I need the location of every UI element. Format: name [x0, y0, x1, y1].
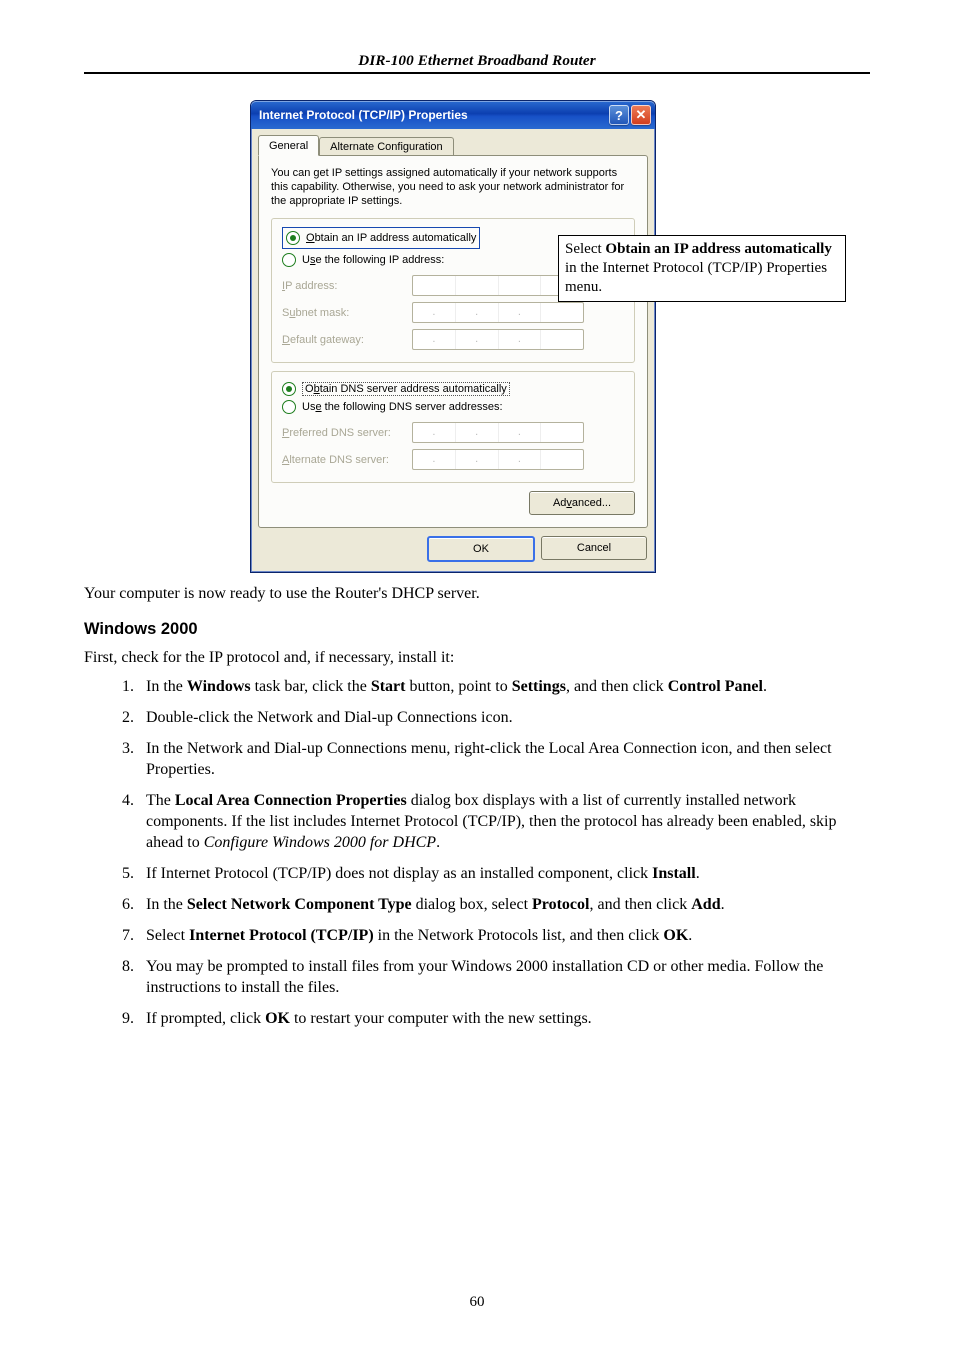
subnet-mask-input: ...	[412, 302, 584, 323]
radio-label: Obtain an IP address automatically	[306, 232, 476, 244]
alternate-dns-label: Alternate DNS server:	[282, 454, 412, 466]
step-2: Double-click the Network and Dial-up Con…	[138, 707, 870, 728]
obtain-ip-highlight: Obtain an IP address automatically	[282, 227, 480, 249]
dialog-title: Internet Protocol (TCP/IP) Properties	[259, 108, 607, 122]
help-icon: ?	[615, 108, 623, 123]
figure-container: Internet Protocol (TCP/IP) Properties ? …	[250, 100, 870, 573]
tab-alternate-configuration[interactable]: Alternate Configuration	[319, 137, 454, 156]
radio-obtain-dns[interactable]: Obtain DNS server address automatically	[282, 380, 624, 398]
tab-general[interactable]: General	[258, 135, 319, 156]
close-icon: ✕	[636, 107, 647, 123]
subnet-mask-row: Subnet mask: ...	[282, 302, 624, 323]
preferred-dns-label: Preferred DNS server:	[282, 427, 412, 439]
radio-label: Obtain DNS server address automatically	[302, 382, 510, 396]
cancel-button[interactable]: Cancel	[541, 536, 647, 560]
step-3: In the Network and Dial-up Connections m…	[138, 738, 870, 780]
properties-dialog: Internet Protocol (TCP/IP) Properties ? …	[250, 100, 656, 573]
radio-label: Use the following DNS server addresses:	[302, 401, 503, 413]
dialog-titlebar: Internet Protocol (TCP/IP) Properties ? …	[251, 101, 655, 129]
document-header: DIR-100 Ethernet Broadband Router	[84, 52, 870, 74]
alternate-dns-input: ...	[412, 449, 584, 470]
radio-selected-icon	[282, 382, 296, 396]
dialog-button-bar: OK Cancel	[251, 528, 655, 572]
step-1: In the Windows task bar, click the Start…	[138, 676, 870, 697]
ok-button[interactable]: OK	[427, 536, 535, 562]
ready-paragraph: Your computer is now ready to use the Ro…	[84, 583, 870, 604]
radio-use-dns[interactable]: Use the following DNS server addresses:	[282, 398, 624, 416]
callout-text: Select Obtain an IP address automaticall…	[565, 241, 832, 295]
windows-2000-heading: Windows 2000	[84, 620, 870, 639]
radio-obtain-ip[interactable]: Obtain an IP address automatically	[286, 229, 476, 247]
step-4: The Local Area Connection Properties dia…	[138, 790, 870, 853]
ip-address-label: IP address:	[282, 280, 412, 292]
steps-list: In the Windows task bar, click the Start…	[84, 676, 870, 1029]
default-gateway-label: Default gateway:	[282, 334, 412, 346]
default-gateway-input: ...	[412, 329, 584, 350]
page-number: 60	[0, 1294, 954, 1311]
first-check-paragraph: First, check for the IP protocol and, if…	[84, 647, 870, 668]
radio-label: Use the following IP address:	[302, 254, 444, 266]
close-button[interactable]: ✕	[631, 105, 651, 125]
step-6: In the Select Network Component Type dia…	[138, 894, 870, 915]
dns-groupbox: Obtain DNS server address automatically …	[271, 371, 635, 483]
help-button[interactable]: ?	[609, 105, 629, 125]
preferred-dns-row: Preferred DNS server: ...	[282, 422, 624, 443]
radio-unselected-icon	[282, 253, 296, 267]
dialog-intro-text: You can get IP settings assigned automat…	[271, 166, 635, 208]
step-7: Select Internet Protocol (TCP/IP) in the…	[138, 925, 870, 946]
callout-box: Select Obtain an IP address automaticall…	[558, 235, 846, 302]
default-gateway-row: Default gateway: ...	[282, 329, 624, 350]
advanced-button[interactable]: Advanced...	[529, 491, 635, 515]
alternate-dns-row: Alternate DNS server: ...	[282, 449, 624, 470]
radio-unselected-icon	[282, 400, 296, 414]
step-9: If prompted, click OK to restart your co…	[138, 1008, 870, 1029]
subnet-mask-label: Subnet mask:	[282, 307, 412, 319]
tab-panel-general: You can get IP settings assigned automat…	[258, 155, 648, 528]
step-5: If Internet Protocol (TCP/IP) does not d…	[138, 863, 870, 884]
radio-selected-icon	[286, 231, 300, 245]
preferred-dns-input: ...	[412, 422, 584, 443]
step-8: You may be prompted to install files fro…	[138, 956, 870, 998]
